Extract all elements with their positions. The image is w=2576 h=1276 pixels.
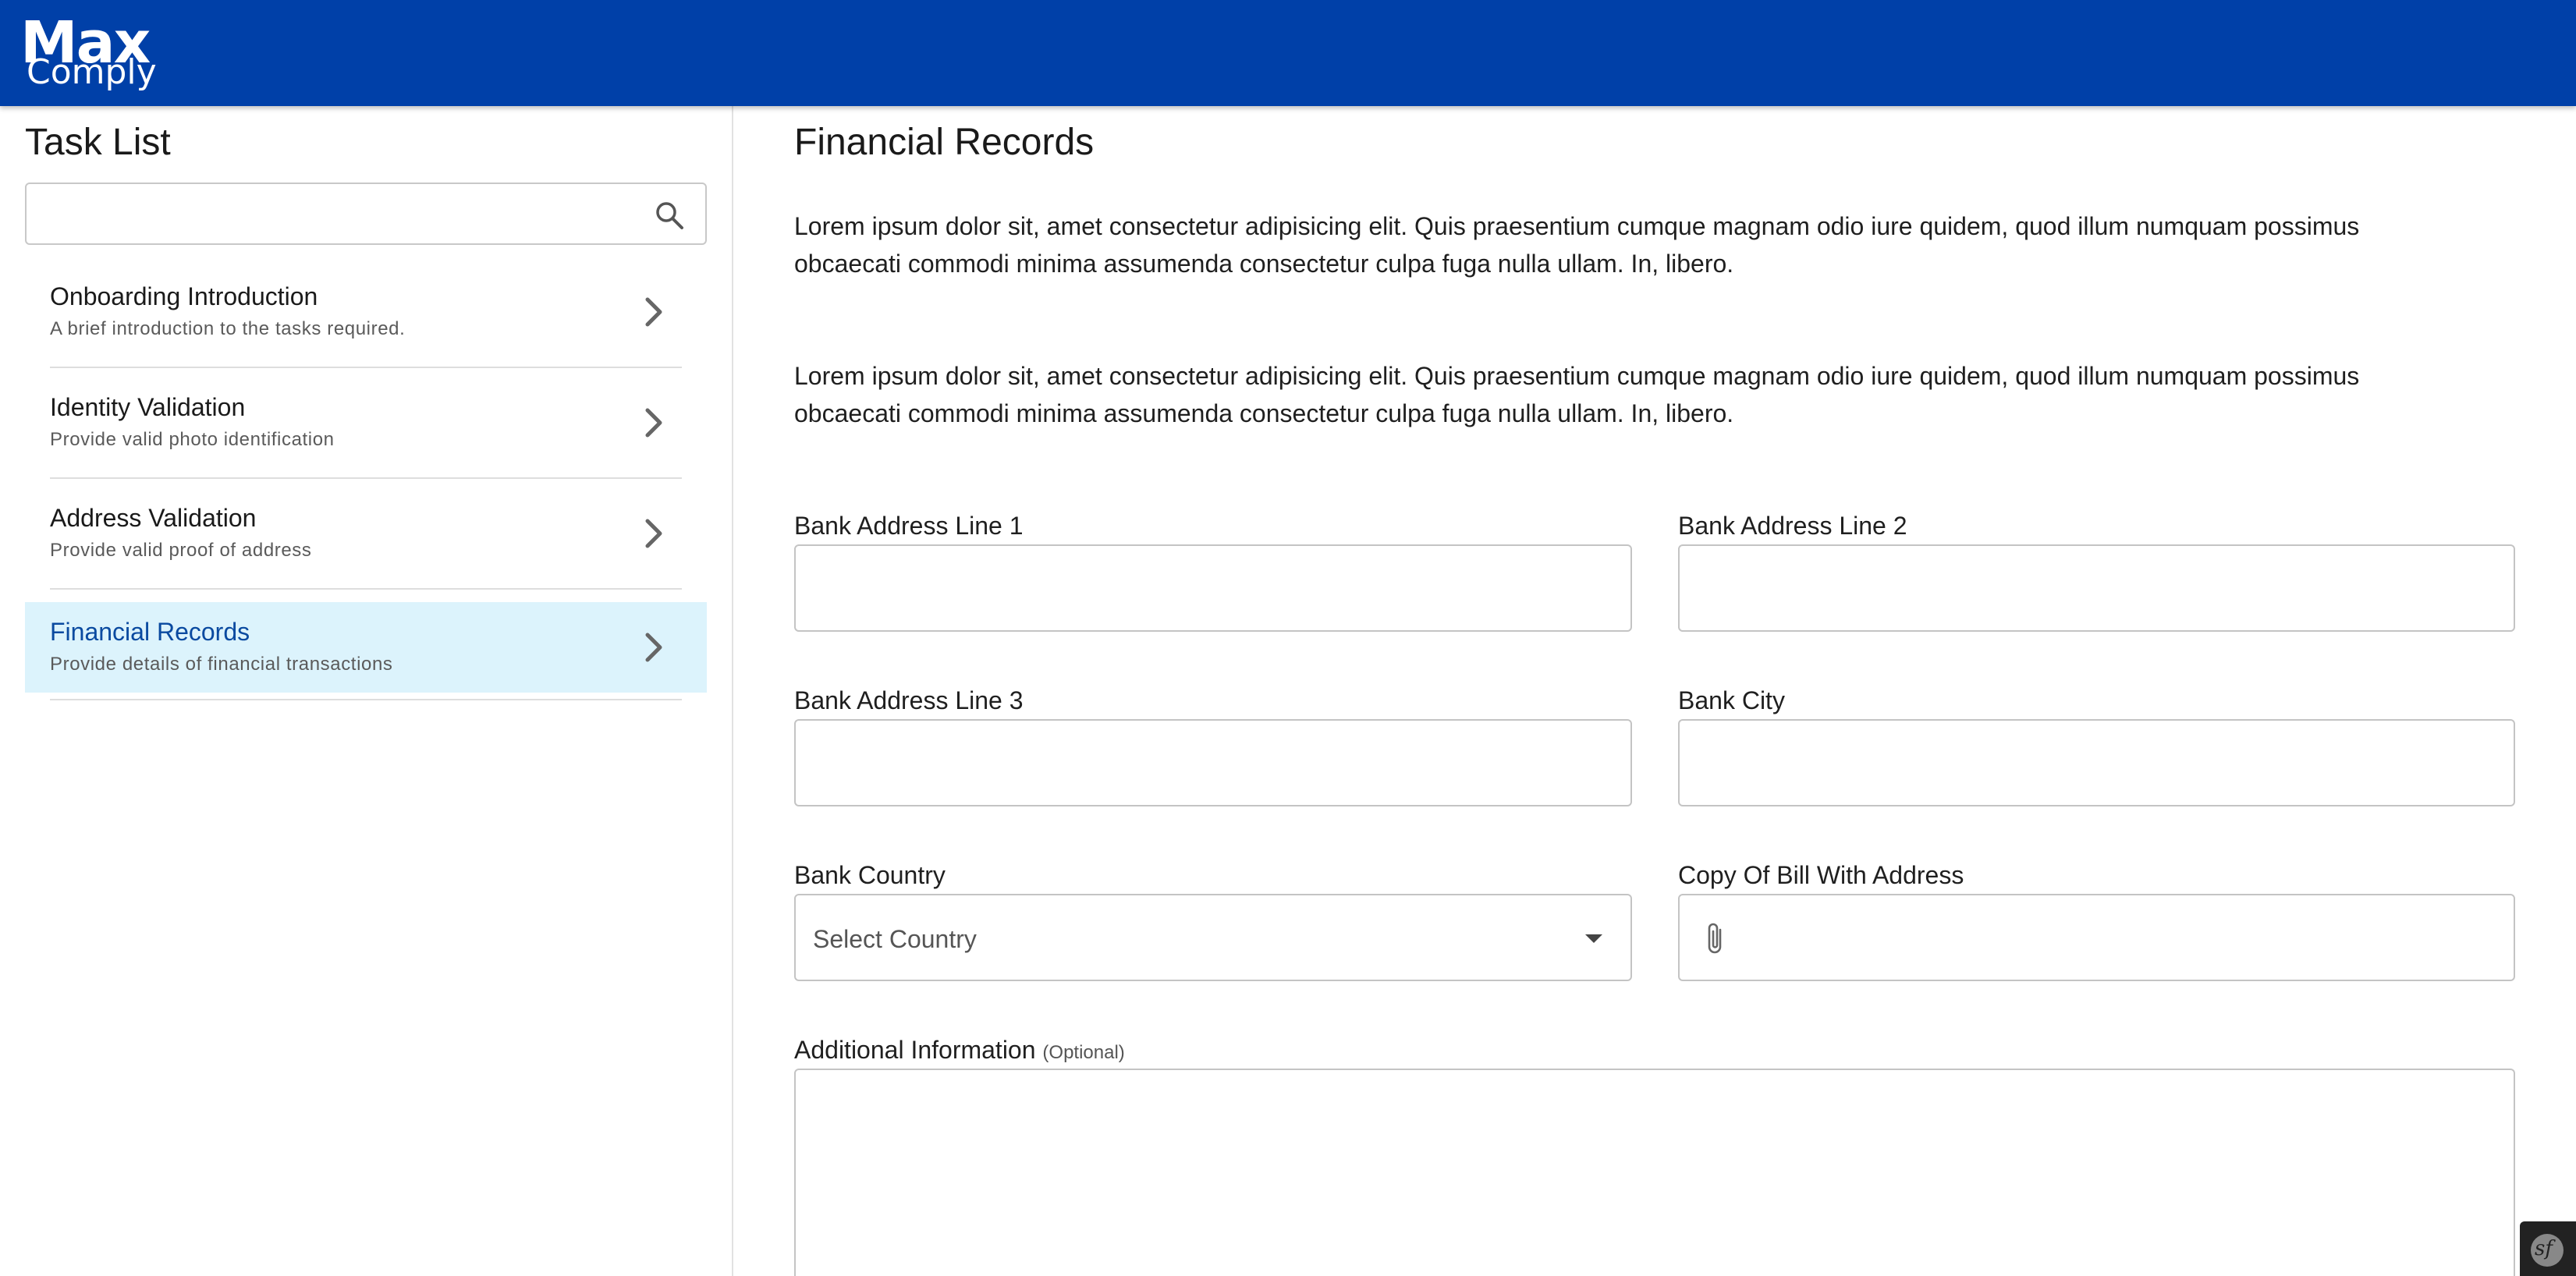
bank-country-select[interactable]: Select Country [794, 894, 1632, 981]
task-item-address-validation[interactable]: Address Validation Provide valid proof o… [25, 488, 707, 579]
task-item-subtitle: A brief introduction to the tasks requir… [50, 318, 406, 339]
bank-city-label: Bank City [1678, 686, 1785, 714]
sidebar-title: Task List [25, 122, 171, 163]
bank-address-line-1-input[interactable] [811, 566, 1615, 610]
task-divider [50, 477, 682, 479]
task-search-input[interactable] [39, 192, 648, 236]
page-title: Financial Records [794, 122, 1095, 163]
copy-of-bill-label: Copy Of Bill With Address [1678, 861, 1964, 889]
logo-comply-text: Comply [27, 52, 157, 92]
intro-paragraph: Lorem ipsum dolor sit, amet consectetur … [794, 362, 2360, 427]
bank-city-field[interactable] [1678, 719, 2515, 806]
task-item-title: Onboarding Introduction [50, 282, 318, 310]
task-sidebar: Task List Onboarding Introduction A brie… [0, 106, 733, 1276]
dropdown-caret-icon [1585, 934, 1602, 943]
bank-address-line-3-input[interactable] [811, 741, 1615, 785]
task-item-financial-records[interactable]: Financial Records Provide details of fin… [25, 602, 707, 693]
task-item-title: Financial Records [50, 618, 250, 646]
additional-information-label-text: Additional Information [794, 1036, 1036, 1064]
bank-address-line-1-label: Bank Address Line 1 [794, 512, 1024, 540]
main-content: Financial Records Lorem ipsum dolor sit,… [735, 106, 2576, 1276]
chevron-right-icon [645, 408, 662, 438]
additional-information-label: Additional Information (Optional) [794, 1034, 1125, 1069]
chevron-right-icon [645, 633, 662, 662]
bank-address-line-1-field[interactable] [794, 544, 1632, 632]
bank-address-line-3-label: Bank Address Line 3 [794, 686, 1024, 714]
bank-address-line-3-field[interactable] [794, 719, 1632, 806]
task-divider [50, 699, 682, 700]
maxcomply-logo[interactable]: Max Comply [20, 14, 161, 92]
task-divider [50, 367, 682, 368]
debug-toolbar-toggle[interactable]: sf [2520, 1221, 2576, 1276]
additional-information-textarea[interactable] [794, 1069, 2515, 1276]
task-item-onboarding-introduction[interactable]: Onboarding Introduction A brief introduc… [25, 267, 707, 357]
paperclip-icon[interactable] [1701, 920, 1733, 958]
search-icon[interactable] [654, 200, 685, 231]
bank-country-label: Bank Country [794, 861, 946, 889]
optional-tag: (Optional) [1042, 1042, 1125, 1063]
bank-address-line-2-input[interactable] [1695, 566, 2498, 610]
task-item-identity-validation[interactable]: Identity Validation Provide valid photo … [25, 377, 707, 468]
chevron-right-icon [645, 297, 662, 327]
bank-address-line-2-field[interactable] [1678, 544, 2515, 632]
task-item-title: Identity Validation [50, 393, 246, 421]
task-item-title: Address Validation [50, 504, 257, 532]
task-item-subtitle: Provide valid photo identification [50, 429, 335, 450]
bank-address-line-2-label: Bank Address Line 2 [1678, 512, 1907, 540]
copy-of-bill-file-input[interactable] [1678, 894, 2515, 981]
task-divider [50, 588, 682, 590]
bank-city-input[interactable] [1695, 741, 2498, 785]
bank-country-selected-value: Select Country [813, 925, 977, 953]
intro-paragraph: Lorem ipsum dolor sit, amet consectetur … [794, 212, 2360, 278]
task-search[interactable] [25, 183, 707, 245]
app-header: Max Comply [0, 0, 2576, 106]
symfony-icon-text: sf [2535, 1237, 2553, 1260]
chevron-right-icon [645, 519, 662, 548]
task-item-subtitle: Provide valid proof of address [50, 540, 312, 561]
task-item-subtitle: Provide details of financial transaction… [50, 654, 393, 675]
